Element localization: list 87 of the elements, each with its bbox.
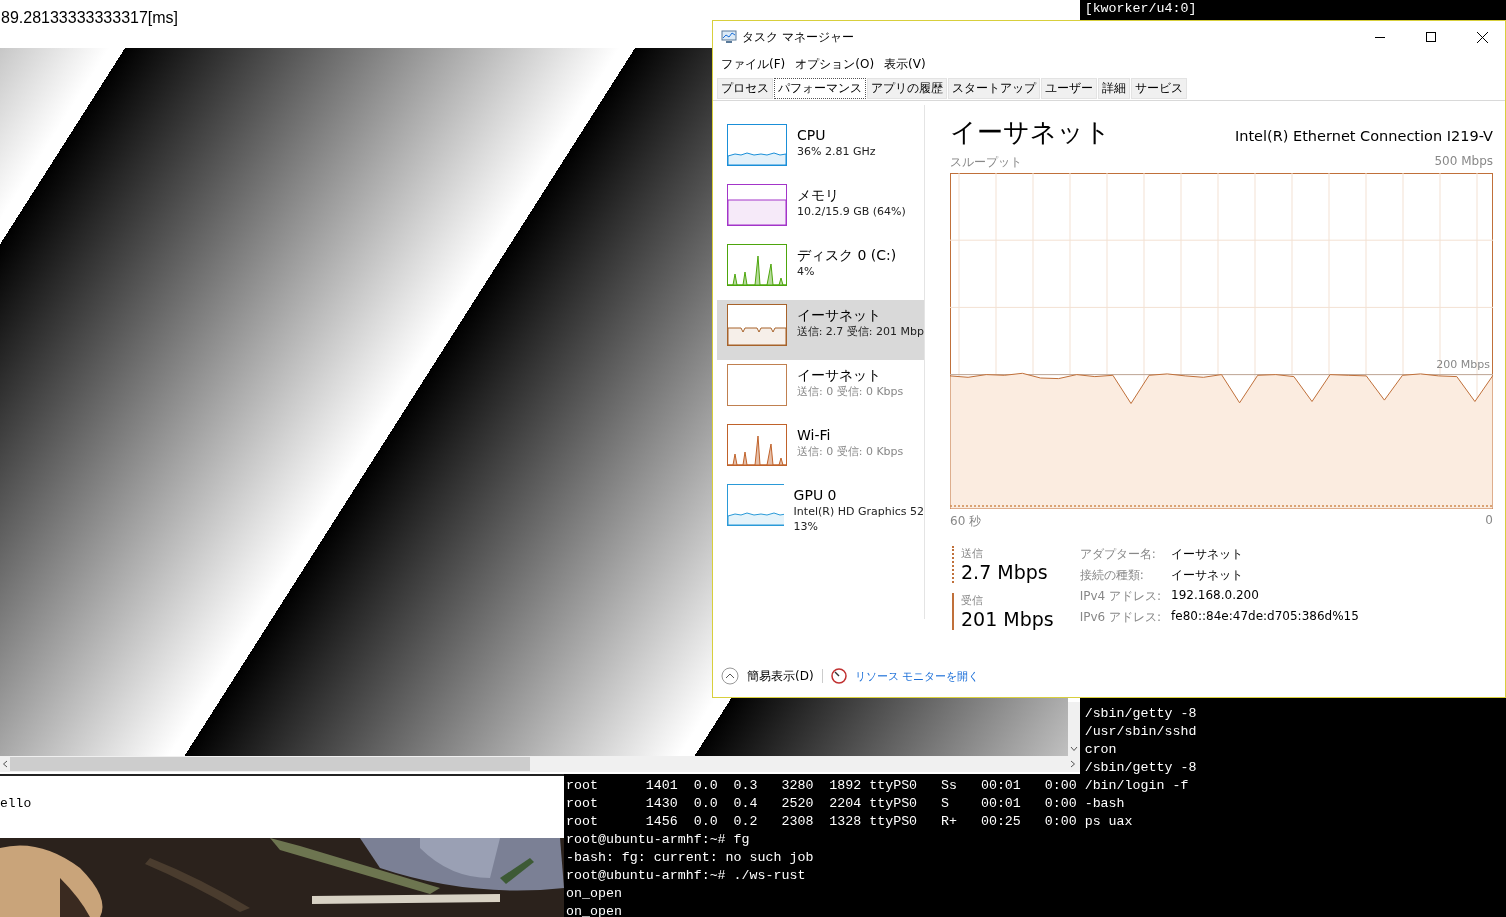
graph-thumbnail: [727, 124, 787, 166]
property-value: イーサネット: [1171, 567, 1245, 584]
item-subtitle: 13%: [793, 519, 820, 534]
chevron-left-icon[interactable]: [2, 760, 8, 768]
tab[interactable]: スタートアップ: [948, 78, 1040, 99]
axis-label: 60 秒: [950, 513, 982, 530]
property-value: 192.168.0.200: [1171, 588, 1260, 604]
horizontal-scrollbar[interactable]: [0, 756, 1080, 772]
terminal-line: /sbin/getty -8: [1084, 759, 1198, 777]
terminal-line: root@ubuntu-armhf:~# fg: [566, 831, 751, 849]
stat-label: 送信: [961, 546, 984, 561]
axis-label: 0: [1485, 513, 1493, 529]
sidebar-item[interactable]: Wi-Fi 送信: 0 受信: 0 Kbps: [717, 420, 924, 480]
chevron-right-icon[interactable]: [1070, 760, 1076, 768]
terminal-line: cron: [1084, 741, 1118, 759]
maximize-icon: [1426, 32, 1436, 42]
editor-text: ello: [0, 796, 32, 811]
sidebar-item[interactable]: メモリ 10.2/15.9 GB (64%): [717, 180, 924, 240]
property-value: fe80::84e:47de:d705:386d%15: [1171, 609, 1359, 625]
item-title: CPU: [797, 126, 827, 144]
scale-label: 200 Mbps: [1436, 357, 1490, 371]
scale-label: 500 Mbps: [1434, 154, 1493, 170]
item-subtitle: 送信: 0 受信: 0 Kbps: [797, 444, 904, 459]
terminal-line: /usr/sbin/sshd: [1084, 723, 1198, 741]
item-title: メモリ: [797, 186, 840, 204]
property-label: アダプター名:: [1079, 546, 1157, 563]
item-title: イーサネット: [797, 366, 882, 384]
item-title: GPU 0: [793, 486, 838, 504]
item-title: Wi-Fi: [797, 426, 832, 444]
sidebar-item[interactable]: イーサネット 送信: 2.7 受信: 201 Mbp: [717, 300, 924, 360]
tab[interactable]: パフォーマンス: [774, 78, 866, 99]
menu-item[interactable]: ファイル(F): [717, 55, 790, 73]
item-subtitle: Intel(R) HD Graphics 52: [793, 504, 924, 519]
graph-thumbnail: [727, 184, 787, 226]
stat-value: 2.7 Mbps: [961, 561, 1049, 583]
property-label: 接続の種類:: [1079, 567, 1145, 584]
terminal-line: root 1430 0.0 0.4 2520 2204 ttyPS0 S 00:01 0:00 -bash: [566, 795, 1126, 813]
vertical-scrollbar[interactable]: [1068, 702, 1080, 756]
property-label: IPv4 アドレス:: [1079, 588, 1162, 605]
tab[interactable]: サービス: [1131, 78, 1187, 99]
tab[interactable]: アプリの履歴: [867, 78, 947, 99]
window-title: タスク マネージャー: [742, 29, 855, 45]
item-subtitle: 10.2/15.9 GB (64%): [797, 204, 906, 219]
gauge-icon: [830, 668, 847, 684]
section-title: イーサネット: [950, 116, 1111, 149]
property-label: IPv6 アドレス:: [1079, 609, 1162, 626]
stat-label: 受信: [961, 593, 984, 608]
terminal-line: /sbin/getty -8: [1084, 705, 1198, 723]
item-subtitle: 送信: 2.7 受信: 201 Mbp: [796, 324, 924, 339]
tab[interactable]: 詳細: [1098, 78, 1130, 99]
graph-thumbnail: [727, 364, 787, 406]
axis-label: スループット: [950, 154, 1022, 171]
terminal-line: on_open: [566, 903, 623, 917]
terminal-line: [kworker/u4:0]: [1084, 0, 1198, 18]
adapter-name: Intel(R) Ethernet Connection I219-V: [1234, 128, 1493, 146]
terminal-line: root 1401 0.0 0.3 3280 1892 ttyPS0 Ss 00:01 0:00 /bin/login -f: [566, 777, 1190, 795]
tab[interactable]: ユーザー: [1041, 78, 1097, 99]
graph-thumbnail: [727, 304, 787, 346]
item-subtitle: 36% 2.81 GHz: [797, 144, 876, 159]
sidebar-item[interactable]: ディスク 0 (C:) 4%: [717, 240, 924, 300]
graph-thumbnail: [727, 424, 787, 466]
monitor-chart-icon: [721, 30, 737, 44]
chevron-up-icon[interactable]: [721, 667, 739, 685]
close-icon: [1476, 31, 1488, 43]
chevron-down-icon[interactable]: [1070, 746, 1078, 752]
terminal-line: root@ubuntu-armhf:~# ./ws-rust: [566, 867, 807, 885]
resource-monitor-link[interactable]: リソース モニターを開く: [854, 668, 980, 684]
scrollbar-thumb[interactable]: [10, 757, 530, 771]
sidebar-item[interactable]: CPU 36% 2.81 GHz: [717, 120, 924, 180]
fewer-details-button[interactable]: 簡易表示(D): [747, 667, 814, 685]
item-subtitle: 4%: [797, 264, 816, 279]
property-value: イーサネット: [1171, 546, 1245, 563]
item-title: ディスク 0 (C:): [797, 246, 897, 264]
sidebar-item[interactable]: イーサネット 送信: 0 受信: 0 Kbps: [717, 360, 924, 420]
graph-thumbnail: [727, 484, 784, 526]
terminal-line: root 1456 0.0 0.2 2308 1328 ttyPS0 R+ 00:25 0:00 ps uax: [566, 813, 1134, 831]
menu-item[interactable]: オプション(O): [791, 55, 879, 73]
menu-item[interactable]: 表示(V): [880, 55, 930, 73]
item-subtitle: 送信: 0 受信: 0 Kbps: [797, 384, 904, 399]
terminal-line: -bash: fg: current: no such job: [566, 849, 815, 867]
sidebar-item[interactable]: GPU 0 Intel(R) HD Graphics 52 13%: [717, 480, 924, 540]
terminal-line: on_open: [566, 885, 623, 903]
item-title: イーサネット: [796, 306, 882, 324]
timing-text: 89.28133333333317[ms]: [0, 8, 179, 28]
stat-value: 201 Mbps: [961, 608, 1054, 630]
tab[interactable]: プロセス: [717, 78, 773, 99]
graph-thumbnail: [727, 244, 787, 286]
